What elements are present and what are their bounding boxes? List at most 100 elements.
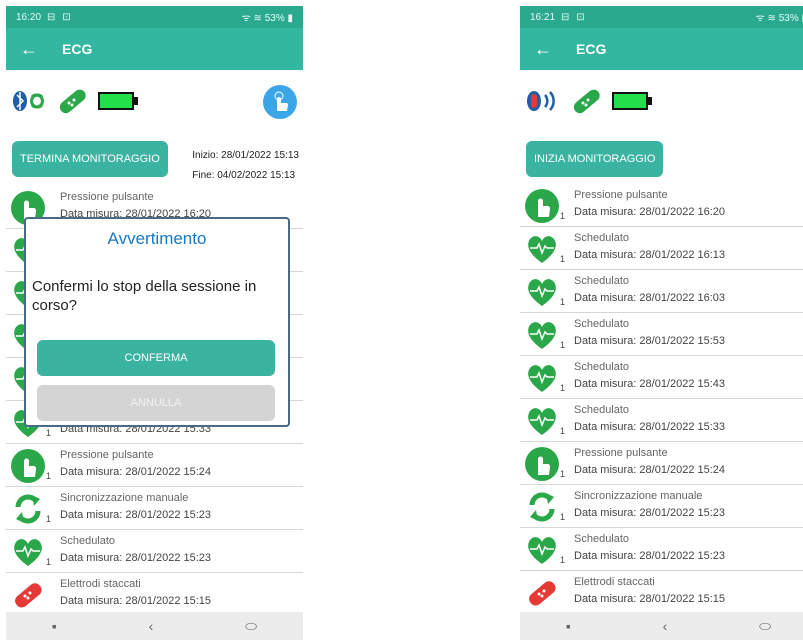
nav-back-icon[interactable]: ‹	[149, 618, 154, 634]
hand-tap-button[interactable]	[263, 85, 297, 119]
list-item[interactable]: 1 Schedulato Data misura: 28/01/2022 15:23	[6, 530, 303, 573]
list-item[interactable]: Elettrodi staccati Data misura: 28/01/202…	[520, 571, 803, 614]
list-item[interactable]: 1 Pressione pulsante Data misura: 28/01/20…	[520, 184, 803, 227]
start-date: Inizio: 28/01/2022 15:13	[192, 150, 299, 161]
heart-icon	[10, 534, 46, 570]
system-icons: ᯤ ≋ 53% ▮	[241, 13, 293, 24]
item-title: Schedulato	[574, 533, 630, 545]
item-count: 1	[46, 557, 52, 567]
item-title: Pressione pulsante	[574, 189, 668, 201]
item-count: 1	[560, 469, 566, 479]
item-title: Pressione pulsante	[574, 447, 668, 459]
app-bar: ← ECG	[520, 28, 803, 70]
list-item[interactable]: 1 Schedulato Data misura: 28/01/2022 15:43	[520, 356, 803, 399]
home-icon[interactable]: ⬭	[759, 618, 771, 635]
list-item[interactable]: 1 Schedulato Data misura: 28/01/2022 16:13	[520, 227, 803, 270]
app-bar: ← ECG	[6, 28, 303, 70]
item-count: 1	[560, 512, 566, 522]
item-date: Data misura: 28/01/2022 15:43	[574, 378, 726, 390]
list-item[interactable]: 1 Schedulato Data misura: 28/01/2022 16:03	[520, 270, 803, 313]
bluetooth-signal-icon	[527, 91, 555, 111]
item-date: Data misura: 28/01/2022 15:15	[574, 593, 726, 605]
heart-icon	[524, 231, 560, 267]
page-title: ECG	[62, 41, 93, 57]
list-item[interactable]: 1 Sincronizzazione manuale Data misura: 28…	[520, 485, 803, 528]
sync-icon	[524, 489, 560, 525]
item-title: Elettrodi staccati	[60, 578, 141, 590]
item-date: Data misura: 28/01/2022 15:23	[574, 507, 726, 519]
hand-icon	[524, 188, 560, 224]
electrode-icon	[10, 577, 46, 613]
heart-icon	[524, 317, 560, 353]
list-item[interactable]: 1 Schedulato Data misura: 28/01/2022 15:23	[520, 528, 803, 571]
session-dates: Inizio: 28/01/2022 15:13 Fine: 04/02/202…	[192, 146, 299, 186]
item-date: Data misura: 28/01/2022 15:23	[60, 552, 212, 564]
item-date: Data misura: 28/01/2022 15:23	[574, 550, 726, 562]
status-time: 16:20	[16, 11, 42, 23]
list-item[interactable]: 1 Schedulato Data misura: 28/01/2022 15:33	[520, 399, 803, 442]
item-date: Data misura: 28/01/2022 15:15	[60, 595, 212, 607]
item-count: 1	[560, 211, 566, 221]
recent-apps-icon[interactable]: ▪	[52, 618, 57, 634]
item-date: Data misura: 28/01/2022 15:33	[574, 421, 726, 433]
phone-screen-right: 16:21 ⊟ ⊡ ᯤ ≋ 53% ▮ ← ECG INIZIA MONITOR…	[520, 6, 803, 640]
item-count: 1	[560, 297, 566, 307]
nav-back-icon[interactable]: ‹	[663, 618, 668, 634]
sync-icon	[10, 491, 46, 527]
item-date: Data misura: 28/01/2022 15:53	[574, 335, 726, 347]
back-arrow-icon[interactable]: ←	[20, 39, 44, 60]
heart-icon	[524, 274, 560, 310]
stop-monitoring-button[interactable]: TERMINA MONITORAGGIO	[12, 141, 168, 177]
system-nav-bar: ▪ ‹ ⬭	[520, 612, 803, 640]
hand-pointer-icon	[274, 91, 288, 111]
back-arrow-icon[interactable]: ←	[534, 39, 558, 60]
item-title: Schedulato	[574, 361, 630, 373]
item-title: Sincronizzazione manuale	[60, 492, 189, 504]
confirm-button[interactable]: CONFERMA	[37, 340, 275, 376]
item-title: Schedulato	[574, 404, 630, 416]
end-date: Fine: 04/02/2022 15:13	[192, 170, 296, 181]
device-status-row	[520, 80, 803, 120]
item-count: 1	[560, 340, 566, 350]
item-date: Data misura: 28/01/2022 16:03	[574, 292, 726, 304]
list-item[interactable]: 1 Pressione pulsante Data misura: 28/01/20…	[6, 444, 303, 487]
item-count: 1	[560, 383, 566, 393]
status-bar: 16:21 ⊟ ⊡ ᯤ ≋ 53% ▮	[520, 6, 803, 28]
dialog-message: Confermi lo stop della sessione in corso…	[32, 278, 257, 314]
heart-icon	[524, 403, 560, 439]
item-title: Schedulato	[60, 535, 116, 547]
item-title: Elettrodi staccati	[574, 576, 655, 588]
system-nav-bar: ▪ ‹ ⬭	[6, 612, 303, 640]
phone-screen-left: 16:20 ⊟ ⊡ ᯤ ≋ 53% ▮ ← ECG TERMINA MONITO…	[6, 6, 303, 640]
item-title: Pressione pulsante	[60, 191, 154, 203]
list-item[interactable]: 1 Pressione pulsante Data misura: 28/01/20…	[520, 442, 803, 485]
item-date: Data misura: 28/01/2022 15:23	[60, 509, 212, 521]
item-count: 1	[46, 428, 52, 438]
item-date: Data misura: 28/01/2022 16:13	[574, 249, 726, 261]
event-list: 1 Pressione pulsante Data misura: 28/01/20…	[520, 184, 803, 614]
bluetooth-sync-icon	[13, 91, 44, 111]
home-icon[interactable]: ⬭	[245, 618, 257, 635]
status-bar: 16:20 ⊟ ⊡ ᯤ ≋ 53% ▮	[6, 6, 303, 28]
item-count: 1	[46, 514, 52, 524]
start-monitoring-button[interactable]: INIZIA MONITORAGGIO	[526, 141, 664, 177]
cancel-button[interactable]: ANNULLA	[37, 385, 275, 421]
item-count: 1	[560, 555, 566, 565]
list-item[interactable]: 1 Sincronizzazione manuale Data misura: 28…	[6, 487, 303, 530]
hand-icon	[524, 446, 560, 482]
item-title: Schedulato	[574, 275, 630, 287]
heart-icon	[524, 532, 560, 568]
item-count: 1	[46, 471, 52, 481]
electrode-icon	[524, 575, 560, 611]
electrode-patch-icon	[573, 89, 600, 114]
item-date: Data misura: 28/01/2022 16:20	[574, 206, 726, 218]
recent-apps-icon[interactable]: ▪	[566, 618, 571, 634]
page-title: ECG	[576, 41, 607, 57]
list-item[interactable]: Elettrodi staccati Data misura: 28/01/202…	[6, 573, 303, 616]
status-time: 16:21	[530, 11, 556, 23]
item-title: Pressione pulsante	[60, 449, 154, 461]
confirm-dialog: Avvertimento Confermi lo stop della sess…	[24, 217, 290, 427]
list-item[interactable]: 1 Schedulato Data misura: 28/01/2022 15:53	[520, 313, 803, 356]
battery-full-icon	[98, 92, 138, 110]
hand-icon	[10, 448, 46, 484]
